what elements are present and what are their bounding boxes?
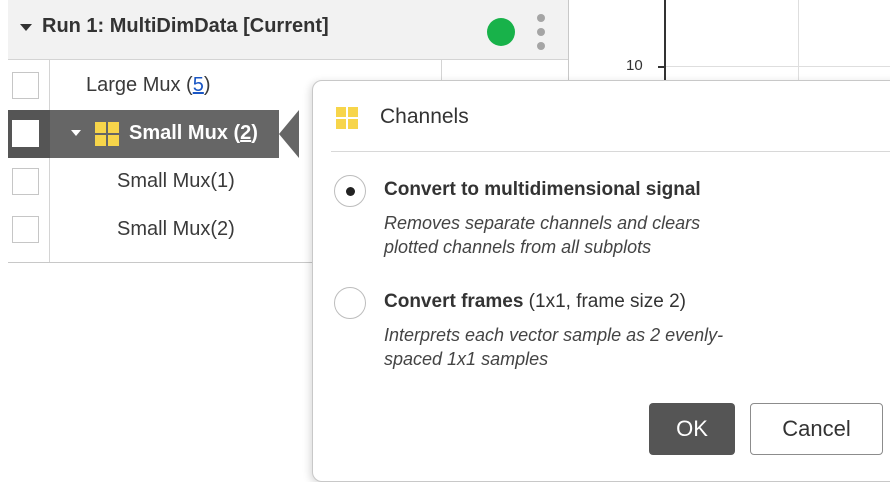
y-tick-mark (658, 66, 666, 68)
plot-axis-line (664, 0, 666, 80)
channels-grid-icon (95, 122, 119, 146)
cancel-button[interactable]: Cancel (750, 403, 883, 455)
tree-row-label: Small Mux(1) (117, 170, 235, 192)
plot-gridline (666, 66, 890, 67)
row-checkbox[interactable] (12, 168, 39, 195)
row-checkbox[interactable] (12, 72, 39, 99)
radio-multidimensional[interactable] (334, 175, 366, 207)
run-header[interactable]: Run 1: MultiDimData [Current] (8, 0, 568, 60)
channels-dialog: Channels Convert to multidimensional sig… (312, 80, 890, 482)
option-description: Removes separate channels and clears plo… (384, 213, 701, 257)
option-description: Interprets each vector sample as 2 evenl… (384, 325, 724, 369)
expand-caret-icon[interactable] (71, 130, 81, 136)
channel-count-link[interactable]: 5 (193, 74, 204, 96)
collapse-caret-icon[interactable] (20, 24, 32, 31)
status-indicator (487, 18, 515, 46)
tree-row-label: Large Mux (5) (86, 74, 211, 96)
radio-convert-frames[interactable] (334, 287, 366, 319)
option-title-multidimensional[interactable]: Convert to multidimensional signal (384, 179, 701, 201)
option-title-convert-frames[interactable]: Convert frames (1x1, frame size 2) (384, 291, 686, 313)
row-checkbox[interactable] (12, 216, 39, 243)
radio-selected-dot (346, 187, 355, 196)
option-detail: (1x1, frame size 2) (528, 291, 686, 312)
divider (331, 151, 890, 152)
run-title: Run 1: MultiDimData [Current] (42, 15, 329, 37)
y-tick-label: 10 (626, 57, 643, 74)
tree-row-label: Small Mux(2) (117, 218, 235, 240)
ok-button[interactable]: OK (649, 403, 735, 455)
more-options-icon[interactable] (536, 14, 546, 50)
selection-pointer (279, 110, 299, 158)
row-checkbox[interactable] (12, 120, 39, 147)
dialog-title: Channels (380, 105, 469, 128)
tree-row-label: Small Mux (2) (129, 122, 258, 144)
plot-gridline (798, 0, 799, 80)
channel-count-link[interactable]: 2 (240, 122, 251, 144)
